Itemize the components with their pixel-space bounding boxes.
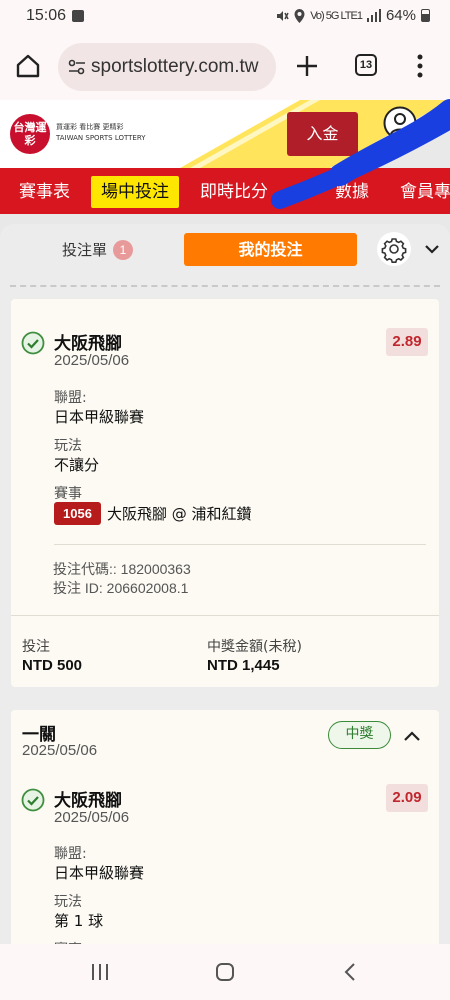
- event-label: 賽事: [54, 486, 82, 502]
- bet-card: 大阪飛腳 2025/05/06 2.89 聯盟: 日本甲級聯賽 玩法 不讓分 賽…: [11, 299, 439, 687]
- ticket-divider: [10, 285, 440, 287]
- selection-team: 大阪飛腳: [54, 791, 122, 811]
- market-value: 不讓分: [54, 456, 100, 474]
- tab-stats[interactable]: 數據: [335, 177, 369, 207]
- tab-live-scores[interactable]: 即時比分: [200, 177, 268, 207]
- site-logo[interactable]: 台灣運彩: [10, 114, 50, 154]
- match-number-badge: 1056: [54, 502, 101, 525]
- card-footer-divider: [11, 615, 439, 616]
- selection-date: 2025/05/06: [54, 809, 130, 826]
- overflow-menu-icon[interactable]: [417, 54, 423, 78]
- battery-icon: [421, 9, 430, 22]
- league-label: 聯盟:: [54, 390, 87, 406]
- settings-button[interactable]: [377, 232, 411, 266]
- home-icon[interactable]: [14, 52, 42, 80]
- main-nav: 賽事表 場中投注 即時比分 數據 會員專: [0, 168, 450, 214]
- betslip-tab[interactable]: 投注單: [62, 239, 107, 260]
- league-label: 聯盟:: [54, 846, 87, 862]
- selection-team: 大阪飛腳: [54, 334, 122, 354]
- match-teams: 大阪飛腳 @ 浦和紅鑽: [107, 505, 252, 523]
- address-bar[interactable]: sportslottery.com.tw: [58, 43, 276, 91]
- logo-tagline-en: TAIWAN SPORTS LOTTERY: [56, 134, 146, 142]
- odds-badge: 2.89: [386, 328, 428, 356]
- bet-panel: 投注單 1 我的投注 大阪飛腳 2025/05/06 2.89 聯盟: 日本甲級…: [0, 224, 450, 944]
- mute-icon: [277, 10, 289, 21]
- status-bar: 15:06 Vo) 5G LTE1 64%: [0, 0, 450, 34]
- signal-icon: [366, 9, 381, 22]
- browser-toolbar: sportslottery.com.tw 13: [0, 34, 450, 100]
- league-value: 日本甲級聯賽: [54, 864, 145, 882]
- system-navigation-bar: [0, 944, 450, 1000]
- url-text: sportslottery.com.tw: [91, 56, 259, 77]
- location-icon: [294, 8, 305, 23]
- my-bets-tab[interactable]: 我的投注: [184, 233, 357, 266]
- market-label: 玩法: [54, 438, 82, 454]
- bet-card: 一關 2025/05/06 中獎 大阪飛腳 2025/05/06 2.09 聯盟…: [11, 710, 439, 944]
- clock: 15:06: [26, 7, 67, 24]
- recent-apps-icon[interactable]: [90, 963, 110, 981]
- new-tab-icon[interactable]: [294, 53, 320, 79]
- odds-badge: 2.09: [386, 784, 428, 812]
- chevron-up-icon[interactable]: [402, 726, 422, 746]
- logo-tagline-cn: 買運彩 看比賽 更精彩: [56, 123, 124, 131]
- tab-switcher-button[interactable]: 13: [355, 54, 377, 76]
- tab-schedule[interactable]: 賽事表: [19, 177, 70, 207]
- site-settings-icon[interactable]: [68, 58, 86, 76]
- home-button-icon[interactable]: [215, 962, 235, 982]
- site-header: 台灣運彩 買運彩 看比賽 更精彩 TAIWAN SPORTS LOTTERY 入…: [0, 100, 450, 168]
- bet-date: 2025/05/06: [22, 742, 98, 759]
- tab-live-betting[interactable]: 場中投注: [91, 176, 179, 208]
- stake-value: NTD 500: [22, 657, 83, 674]
- bet-panel-header: 投注單 1 我的投注: [0, 224, 450, 276]
- gear-icon: [381, 238, 407, 263]
- league-value: 日本甲級聯賽: [54, 408, 145, 426]
- check-circle-icon: [21, 331, 45, 355]
- chevron-down-icon[interactable]: [423, 240, 441, 258]
- battery-percent: 64%: [385, 7, 416, 24]
- bet-code: 投注代碼:: 182000363: [53, 561, 191, 577]
- bet-id: 投注 ID: 206602008.1: [53, 580, 189, 596]
- user-avatar-icon[interactable]: [383, 106, 417, 140]
- market-value: 第 1 球: [54, 912, 104, 930]
- status-icons: Vo) 5G LTE1 64%: [275, 7, 430, 24]
- payout-label: 中獎金額(未稅): [207, 639, 302, 655]
- betslip-count-badge: 1: [113, 240, 133, 260]
- selection-date: 2025/05/06: [54, 352, 130, 369]
- stake-label: 投注: [22, 639, 50, 655]
- image-notification-icon: [72, 10, 84, 22]
- back-icon[interactable]: [343, 962, 357, 982]
- check-circle-icon: [21, 788, 45, 812]
- status-badge: 中獎: [328, 721, 391, 749]
- logo-tagline: 買運彩 看比賽 更精彩 TAIWAN SPORTS LOTTERY: [56, 122, 146, 144]
- market-label: 玩法: [54, 894, 82, 910]
- payout-value: NTD 1,445: [207, 657, 280, 674]
- network-label: Vo) 5G LTE1: [310, 9, 363, 22]
- tab-member[interactable]: 會員專: [400, 177, 450, 207]
- deposit-button[interactable]: 入金: [287, 112, 358, 156]
- card-divider: [54, 544, 426, 545]
